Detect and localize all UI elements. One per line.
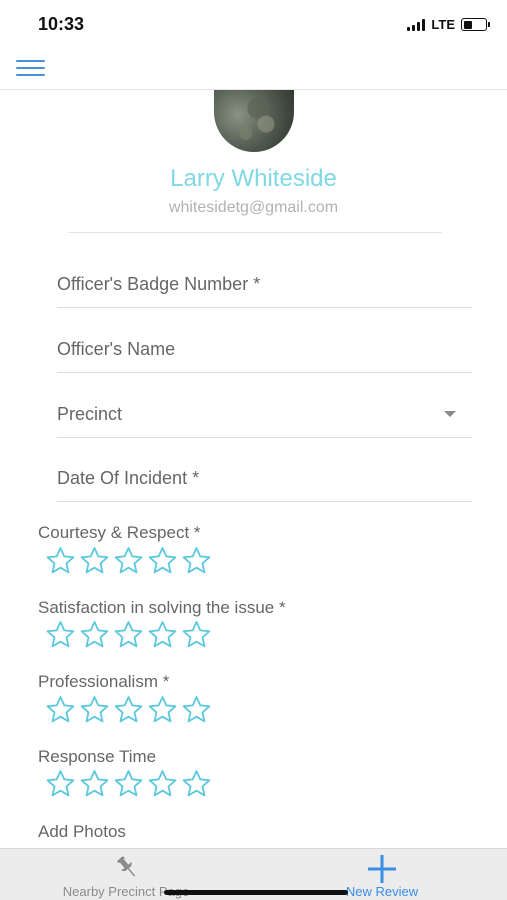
user-email: whitesidetg@gmail.com — [168, 199, 339, 216]
star-icon[interactable] — [45, 695, 76, 724]
rating-stars-professionalism — [45, 695, 212, 724]
star-icon[interactable] — [45, 769, 76, 798]
star-icon[interactable] — [113, 620, 144, 649]
status-bar: 10:33 LTE — [0, 0, 507, 50]
star-icon[interactable] — [113, 695, 144, 724]
rating-stars-satisfaction — [45, 620, 212, 649]
add-photos-label: Add Photos — [38, 822, 126, 841]
pushpin-icon — [117, 856, 136, 877]
badge-number-field[interactable]: Officer's Badge Number * — [57, 268, 472, 308]
star-icon[interactable] — [79, 695, 110, 724]
star-icon[interactable] — [113, 546, 144, 575]
star-icon[interactable] — [181, 620, 212, 649]
home-indicator — [164, 890, 348, 895]
rating-stars-response-time — [45, 769, 212, 798]
rating-label-professionalism: Professionalism * — [38, 672, 170, 691]
star-icon[interactable] — [147, 769, 178, 798]
network-type: LTE — [431, 17, 455, 32]
star-icon[interactable] — [147, 546, 178, 575]
badge-number-placeholder: Officer's Badge Number * — [57, 274, 261, 294]
status-time: 10:33 — [38, 14, 85, 34]
star-icon[interactable] — [181, 546, 212, 575]
precinct-placeholder: Precinct — [57, 404, 123, 424]
star-icon[interactable] — [181, 769, 212, 798]
star-icon[interactable] — [113, 769, 144, 798]
signal-icon — [407, 18, 426, 31]
rating-label-courtesy: Courtesy & Respect * — [38, 523, 201, 542]
precinct-select[interactable]: Precinct — [57, 398, 472, 438]
star-icon[interactable] — [147, 695, 178, 724]
star-icon[interactable] — [147, 620, 178, 649]
officer-name-field[interactable]: Officer's Name — [57, 333, 472, 373]
rating-label-satisfaction: Satisfaction in solving the issue * — [38, 598, 286, 617]
officer-name-placeholder: Officer's Name — [57, 339, 176, 359]
star-icon[interactable] — [79, 620, 110, 649]
star-icon[interactable] — [45, 546, 76, 575]
star-icon[interactable] — [79, 769, 110, 798]
star-icon[interactable] — [181, 695, 212, 724]
status-indicators: LTE — [407, 17, 490, 32]
plus-icon — [368, 855, 396, 883]
dropdown-arrow-icon — [444, 411, 456, 417]
rating-label-response-time: Response Time — [38, 747, 157, 766]
menu-icon[interactable] — [16, 60, 46, 78]
date-of-incident-placeholder: Date Of Incident * — [57, 468, 200, 488]
battery-icon — [461, 18, 490, 31]
date-of-incident-field[interactable]: Date Of Incident * — [57, 462, 472, 502]
avatar — [214, 90, 294, 152]
star-icon[interactable] — [45, 620, 76, 649]
star-icon[interactable] — [79, 546, 110, 575]
rating-stars-courtesy — [45, 546, 212, 575]
top-bar — [0, 50, 507, 90]
user-name: Larry Whiteside — [170, 165, 337, 192]
profile-divider — [68, 232, 442, 233]
